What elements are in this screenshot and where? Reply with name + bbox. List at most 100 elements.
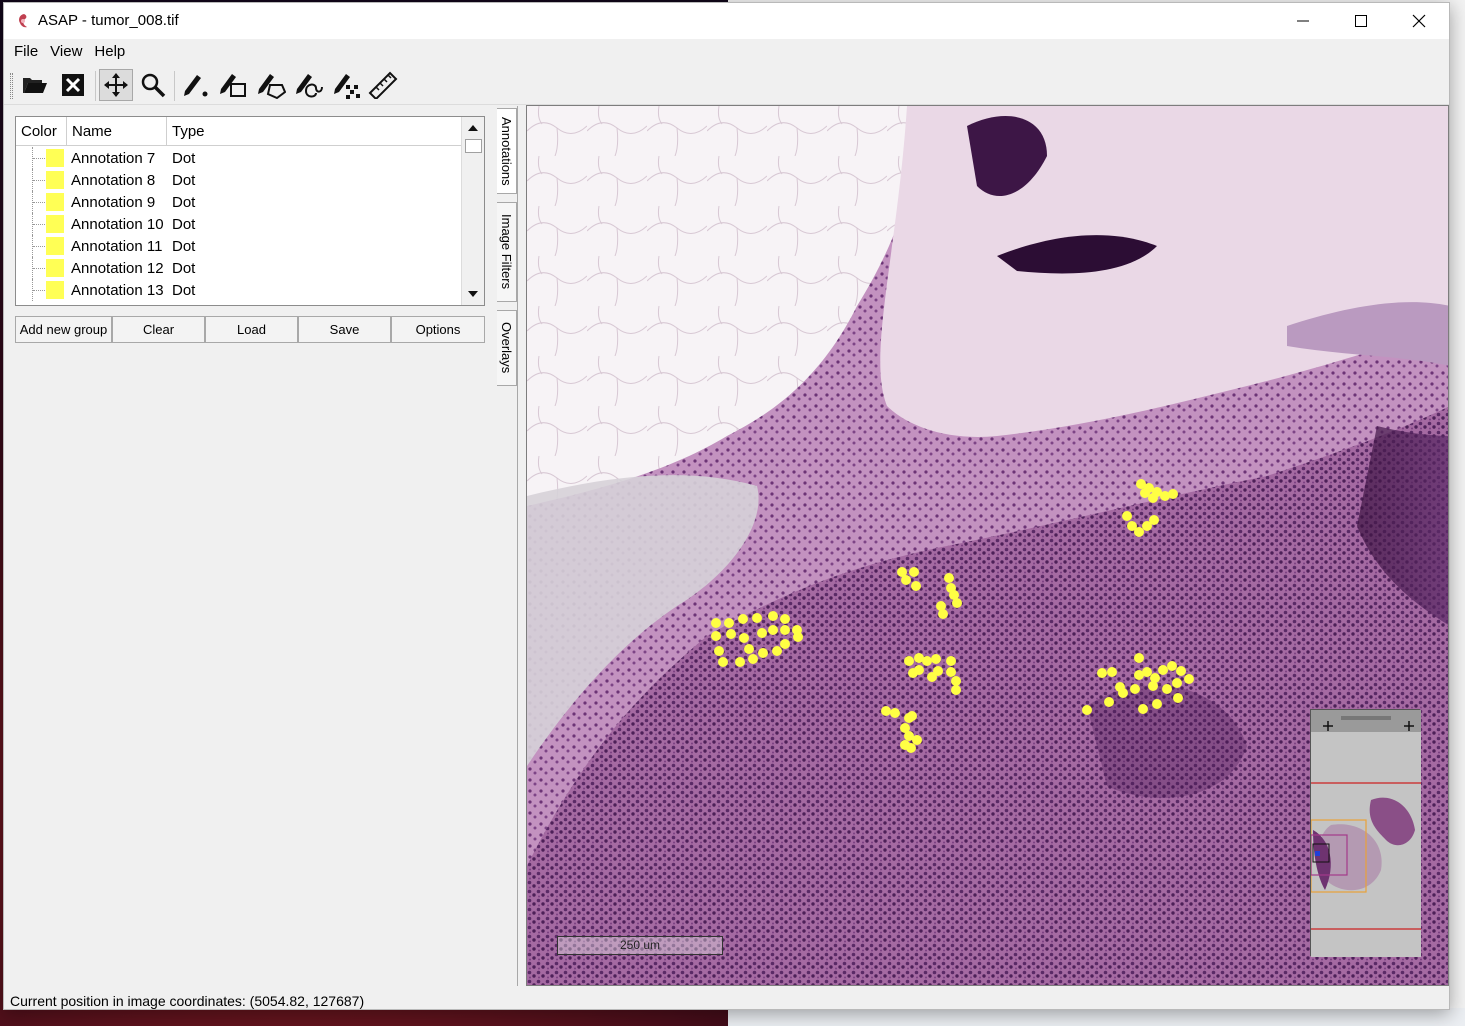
dot-annotation-marker[interactable] bbox=[757, 628, 767, 638]
options-button[interactable]: Options bbox=[391, 316, 485, 343]
measure-ruler-button[interactable] bbox=[366, 69, 400, 101]
dot-annotation-marker[interactable] bbox=[1097, 668, 1107, 678]
dot-annotation-marker[interactable] bbox=[1138, 704, 1148, 714]
dot-annotation-marker[interactable] bbox=[735, 657, 745, 667]
dot-annotation-marker[interactable] bbox=[744, 644, 754, 654]
save-button[interactable]: Save bbox=[298, 316, 391, 343]
annotation-color-swatch[interactable] bbox=[46, 171, 64, 189]
clear-button[interactable]: Clear bbox=[112, 316, 205, 343]
dot-annotation-marker[interactable] bbox=[911, 581, 921, 591]
scroll-up-button[interactable] bbox=[464, 119, 482, 137]
dot-annotation-marker[interactable] bbox=[1130, 684, 1140, 694]
dot-annotation-marker[interactable] bbox=[1134, 527, 1144, 537]
dot-annotation-marker[interactable] bbox=[908, 668, 918, 678]
column-header-type[interactable]: Type bbox=[167, 117, 461, 146]
dot-annotation-marker[interactable] bbox=[906, 743, 916, 753]
minimize-button[interactable] bbox=[1274, 3, 1332, 39]
spline-annotation-button[interactable] bbox=[292, 69, 326, 101]
dot-annotation-button[interactable] bbox=[178, 69, 212, 101]
dot-annotation-marker[interactable] bbox=[936, 601, 946, 611]
dot-annotation-marker[interactable] bbox=[1172, 678, 1182, 688]
load-button[interactable]: Load bbox=[205, 316, 298, 343]
annotation-color-swatch[interactable] bbox=[46, 281, 64, 299]
dot-annotation-marker[interactable] bbox=[952, 598, 962, 608]
dot-annotation-marker[interactable] bbox=[946, 667, 956, 677]
close-button[interactable] bbox=[1390, 3, 1448, 39]
list-item[interactable]: Annotation 13 Dot bbox=[16, 279, 461, 301]
minimap[interactable] bbox=[1310, 709, 1421, 957]
dot-annotation-marker[interactable] bbox=[946, 656, 956, 666]
dot-annotation-marker[interactable] bbox=[1158, 665, 1168, 675]
list-item[interactable]: Annotation 9 Dot bbox=[16, 191, 461, 213]
dot-annotation-marker[interactable] bbox=[951, 676, 961, 686]
dot-annotation-marker[interactable] bbox=[1152, 699, 1162, 709]
menu-file[interactable]: File bbox=[8, 39, 44, 65]
dot-annotation-marker[interactable] bbox=[1176, 666, 1186, 676]
scroll-down-button[interactable] bbox=[464, 285, 482, 303]
dot-annotation-marker[interactable] bbox=[904, 656, 914, 666]
list-item[interactable]: Annotation 8 Dot bbox=[16, 169, 461, 191]
dot-annotation-marker[interactable] bbox=[780, 625, 790, 635]
zoom-tool-button[interactable] bbox=[136, 69, 170, 101]
list-item[interactable]: Annotation 11 Dot bbox=[16, 235, 461, 257]
dot-annotation-marker[interactable] bbox=[922, 656, 932, 666]
title-bar[interactable]: ASAP - tumor_008.tif bbox=[4, 3, 1449, 39]
dot-annotation-marker[interactable] bbox=[1148, 681, 1158, 691]
menu-view[interactable]: View bbox=[44, 39, 88, 65]
dot-annotation-marker[interactable] bbox=[1107, 667, 1117, 677]
tab-annotations[interactable]: Annotations bbox=[497, 108, 517, 194]
dot-annotation-marker[interactable] bbox=[1115, 682, 1125, 692]
dot-annotation-marker[interactable] bbox=[1104, 697, 1114, 707]
column-header-name[interactable]: Name bbox=[67, 117, 167, 146]
dot-annotation-marker[interactable] bbox=[1082, 705, 1092, 715]
dot-annotation-marker[interactable] bbox=[780, 639, 790, 649]
annotation-color-swatch[interactable] bbox=[46, 149, 64, 167]
dot-annotation-marker[interactable] bbox=[726, 629, 736, 639]
column-header-color[interactable]: Color bbox=[16, 117, 67, 146]
dot-annotation-marker[interactable] bbox=[1184, 674, 1194, 684]
dot-annotation-marker[interactable] bbox=[752, 613, 762, 623]
dot-annotation-marker[interactable] bbox=[909, 567, 919, 577]
dot-annotation-marker[interactable] bbox=[724, 618, 734, 628]
annotation-color-swatch[interactable] bbox=[46, 259, 64, 277]
dot-annotation-marker[interactable] bbox=[780, 614, 790, 624]
dot-annotation-marker[interactable] bbox=[748, 654, 758, 664]
dot-annotation-marker[interactable] bbox=[739, 633, 749, 643]
dot-annotation-marker[interactable] bbox=[1148, 493, 1158, 503]
slide-viewer[interactable]: 250 um bbox=[526, 105, 1449, 986]
tab-image-filters[interactable]: Image Filters bbox=[497, 202, 517, 302]
dot-annotation-marker[interactable] bbox=[944, 573, 954, 583]
dot-annotation-marker[interactable] bbox=[758, 648, 768, 658]
dot-annotation-marker[interactable] bbox=[711, 618, 721, 628]
dot-annotation-marker[interactable] bbox=[718, 657, 728, 667]
dot-annotation-marker[interactable] bbox=[1168, 489, 1178, 499]
dot-annotation-marker[interactable] bbox=[1142, 667, 1152, 677]
dot-annotation-marker[interactable] bbox=[890, 708, 900, 718]
menu-help[interactable]: Help bbox=[88, 39, 131, 65]
dot-annotation-marker[interactable] bbox=[793, 632, 803, 642]
dot-annotation-marker[interactable] bbox=[912, 735, 922, 745]
annotation-list-scrollbar[interactable] bbox=[461, 117, 484, 305]
pan-tool-button[interactable] bbox=[99, 69, 133, 101]
dot-annotation-marker[interactable] bbox=[768, 625, 778, 635]
close-file-button[interactable] bbox=[56, 69, 90, 101]
dot-annotation-marker[interactable] bbox=[951, 685, 961, 695]
dot-annotation-marker[interactable] bbox=[931, 654, 941, 664]
open-file-button[interactable] bbox=[18, 69, 52, 101]
dot-annotation-marker[interactable] bbox=[711, 631, 721, 641]
annotation-color-swatch[interactable] bbox=[46, 215, 64, 233]
dot-annotation-marker[interactable] bbox=[881, 706, 891, 716]
dot-annotation-marker[interactable] bbox=[1173, 693, 1183, 703]
annotation-color-swatch[interactable] bbox=[46, 237, 64, 255]
dot-annotation-marker[interactable] bbox=[1134, 653, 1144, 663]
dot-annotation-marker[interactable] bbox=[1122, 511, 1132, 521]
pointset-annotation-button[interactable] bbox=[330, 69, 364, 101]
annotation-tree[interactable]: Color Name Type Annotation 7 Dot Annotatio… bbox=[15, 116, 485, 306]
dot-annotation-marker[interactable] bbox=[1162, 684, 1172, 694]
list-item[interactable]: Annotation 7 Dot bbox=[16, 147, 461, 169]
polygon-annotation-button[interactable] bbox=[254, 69, 288, 101]
add-new-group-button[interactable]: Add new group bbox=[15, 316, 112, 343]
rectangle-annotation-button[interactable] bbox=[216, 69, 250, 101]
annotation-color-swatch[interactable] bbox=[46, 193, 64, 211]
dot-annotation-marker[interactable] bbox=[772, 646, 782, 656]
